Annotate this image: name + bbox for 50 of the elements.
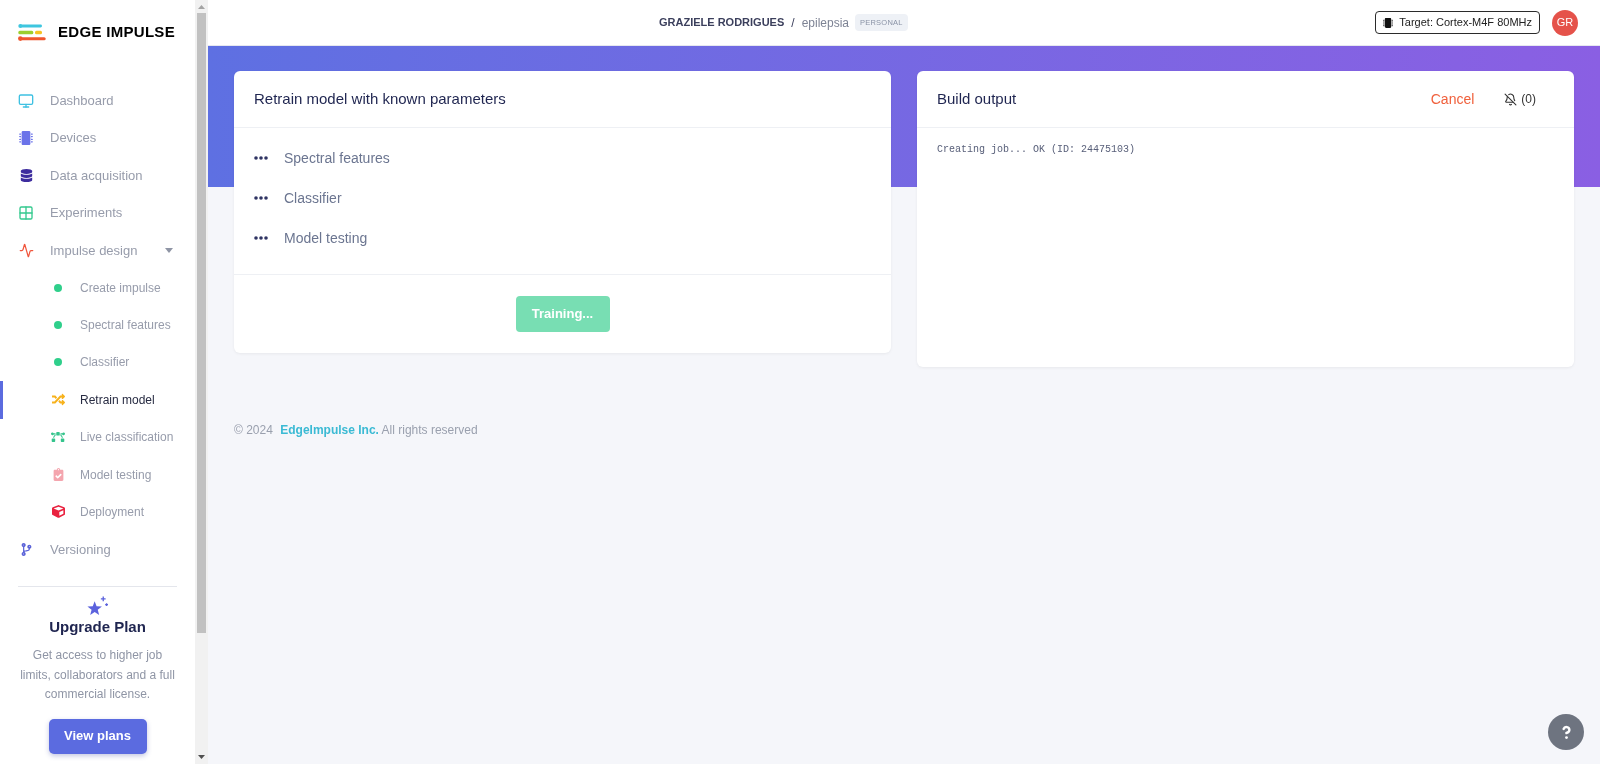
nav-subitem[interactable]: Model testing <box>0 455 195 494</box>
logo-icon <box>18 23 46 41</box>
nav-item[interactable]: Dashboard <box>0 82 195 120</box>
card-title: Retrain model with known parameters <box>254 88 506 109</box>
log-line: Creating job... OK (ID: 24475103) <box>937 143 1137 157</box>
grid-icon <box>18 204 34 221</box>
bell-off-icon <box>1504 92 1518 106</box>
monitor-icon <box>18 92 34 109</box>
nav-subitem[interactable]: Classifier <box>0 343 195 382</box>
scrollbar-thumb[interactable] <box>197 13 206 633</box>
notifications-button[interactable]: (0) <box>1504 90 1536 108</box>
pulse-icon <box>18 242 34 258</box>
target-button[interactable]: Target: Cortex-M4F 80MHz <box>1375 11 1540 34</box>
cancel-button[interactable]: Cancel <box>1430 88 1475 110</box>
view-plans-button[interactable]: View plans <box>48 718 147 754</box>
shuffle-icon <box>51 393 65 407</box>
database-icon <box>19 168 33 182</box>
branch-icon <box>19 542 33 556</box>
company-link[interactable]: EdgeImpulse Inc. <box>280 423 379 437</box>
step-label: Spectral features <box>284 148 390 168</box>
owner-name[interactable]: GRAZIELE RODRIGUES <box>659 14 785 31</box>
path-separator: / <box>791 14 795 32</box>
nav-subitem[interactable]: Live classification <box>0 418 195 456</box>
step-label: Model testing <box>284 228 368 248</box>
help-icon <box>1561 724 1571 740</box>
card-title: Build output <box>937 88 1017 109</box>
user-avatar[interactable]: GR <box>1552 9 1578 36</box>
curve-icon <box>51 430 65 445</box>
logo-text: EDGE IMPULSE <box>58 21 175 42</box>
chip-icon <box>19 131 33 146</box>
nav-item[interactable]: Versioning <box>0 530 195 569</box>
project-name[interactable]: epilepsia <box>801 13 849 32</box>
sparkle-star-icon <box>86 596 109 617</box>
nav-subitem[interactable]: Create impulse <box>0 268 195 307</box>
clipboard-check-icon <box>51 468 65 482</box>
cube-icon <box>51 505 65 519</box>
scroll-down-icon[interactable] <box>198 755 205 759</box>
copyright-text: © 2024 EdgeImpulse Inc. All rights reserved <box>234 422 479 438</box>
chip-icon <box>1383 17 1394 28</box>
nav-subitem[interactable]: Spectral features <box>0 306 195 344</box>
nav-item[interactable]: Data acquisition <box>0 156 195 195</box>
nav-item[interactable]: Experiments <box>0 194 195 232</box>
step-label: Classifier <box>284 188 342 208</box>
upgrade-description: Get access to higher job limits, collaborators and a full commercial license. <box>19 647 176 704</box>
upgrade-title: Upgrade Plan <box>49 617 146 638</box>
help-button[interactable] <box>1548 714 1584 750</box>
nav-item[interactable]: Impulse design <box>0 231 195 269</box>
scroll-up-icon[interactable] <box>198 5 205 9</box>
nav-item[interactable]: Devices <box>0 119 195 157</box>
nav-subitem[interactable]: Deployment <box>0 493 195 531</box>
